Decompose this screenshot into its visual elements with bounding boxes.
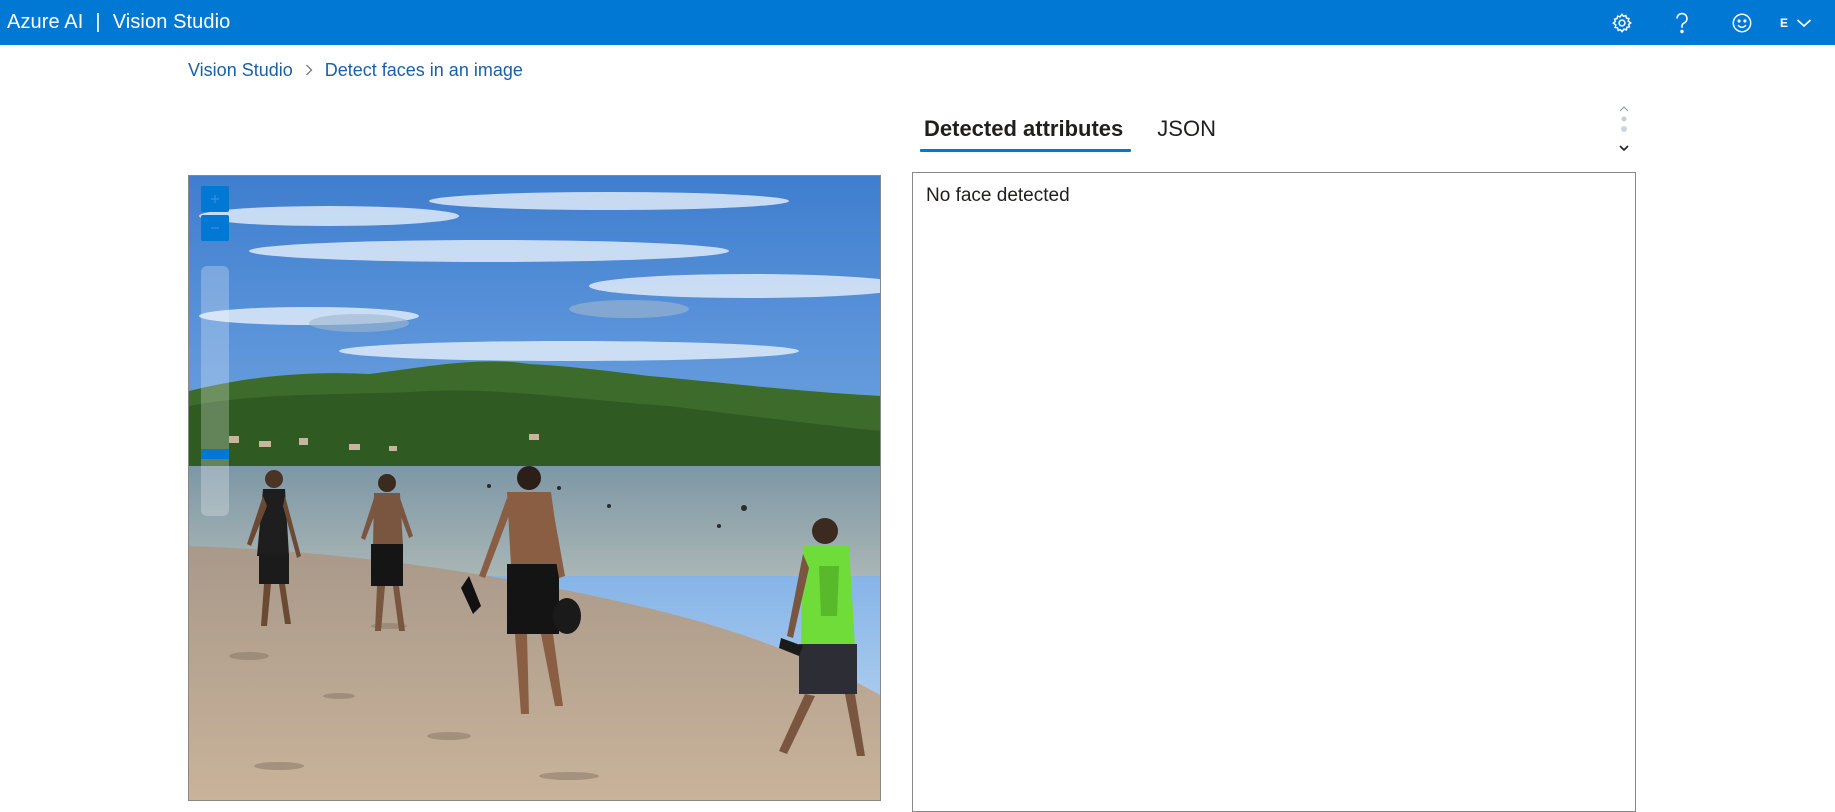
result-tabs: Detected attributes JSON xyxy=(920,108,1246,152)
no-face-message: No face detected xyxy=(926,185,1070,206)
account-menu[interactable]: E xyxy=(1780,0,1812,45)
avatar: E xyxy=(1780,15,1789,30)
brand-title[interactable]: Azure AI | Vision Studio xyxy=(7,0,230,45)
image-viewer[interactable] xyxy=(188,175,881,801)
product-name: Azure AI xyxy=(7,11,84,33)
results-panel: No face detected xyxy=(912,172,1636,812)
zoom-in-button[interactable] xyxy=(201,186,229,212)
scroll-dot-icon xyxy=(1621,126,1627,132)
feedback-smiley-icon xyxy=(1732,13,1752,32)
zoom-in-icon xyxy=(211,195,219,203)
zoom-slider[interactable] xyxy=(201,266,229,516)
tab-detected-attributes[interactable]: Detected attributes xyxy=(920,108,1132,152)
breadcrumb-detect-faces[interactable]: Detect faces in an image xyxy=(325,60,523,81)
brand-separator: | xyxy=(95,11,101,33)
settings-button[interactable] xyxy=(1602,0,1642,45)
help-icon xyxy=(1676,12,1688,33)
zoom-out-icon xyxy=(211,227,219,229)
scroll-dot-icon xyxy=(1621,116,1627,122)
beach-photo xyxy=(189,176,880,800)
zoom-slider-thumb[interactable] xyxy=(201,449,229,459)
breadcrumb-vision-studio[interactable]: Vision Studio xyxy=(188,60,293,81)
gear-icon xyxy=(1612,12,1632,33)
chevron-down-icon xyxy=(1796,18,1812,27)
app-name: Vision Studio xyxy=(112,11,231,33)
chevron-down-icon xyxy=(1619,145,1629,152)
top-bar: Azure AI | Vision Studio E xyxy=(0,0,1835,45)
tab-scroll-control[interactable] xyxy=(1616,103,1632,157)
breadcrumb-chevron-icon xyxy=(305,64,313,76)
feedback-button[interactable] xyxy=(1722,0,1762,45)
zoom-out-button[interactable] xyxy=(201,215,229,241)
breadcrumb: Vision Studio Detect faces in an image xyxy=(188,56,523,84)
help-button[interactable] xyxy=(1662,0,1702,45)
tab-json[interactable]: JSON xyxy=(1153,108,1220,152)
chevron-up-icon xyxy=(1619,106,1629,112)
